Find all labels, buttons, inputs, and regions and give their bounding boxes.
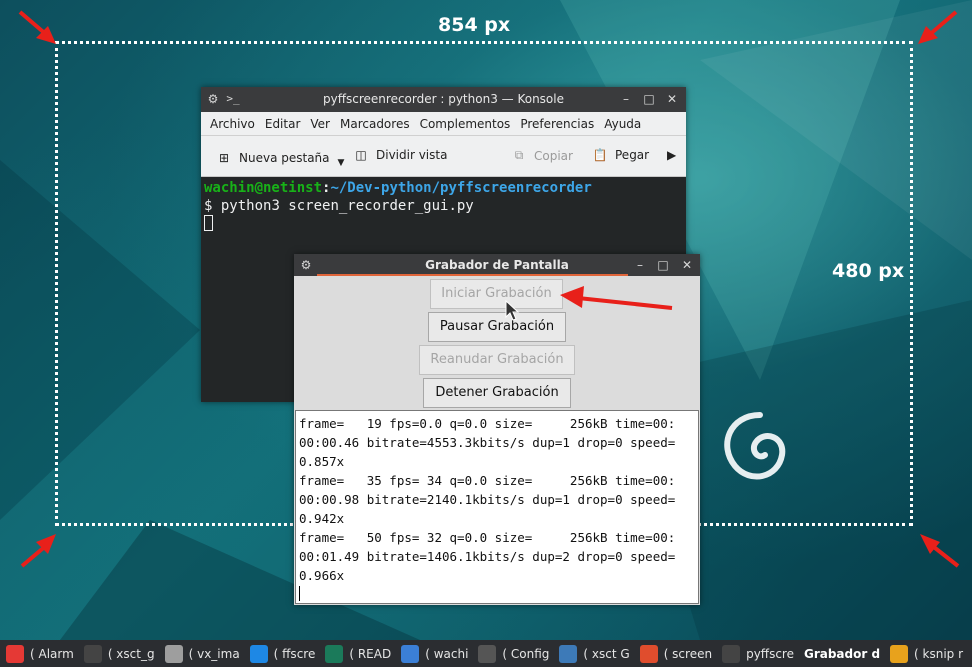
- log-line: frame= 19 fps=0.0 q=0.0 size= 256kB time…: [299, 416, 676, 431]
- log-line: frame= 50 fps= 32 q=0.0 size= 256kB time…: [299, 530, 676, 545]
- stop-recording-button[interactable]: Detener Grabación: [423, 378, 571, 408]
- new-tab-button[interactable]: ⊞ Nueva pestaña ▼: [215, 148, 344, 168]
- corner-arrow-top-left: [18, 10, 56, 44]
- width-label: 854 px: [438, 14, 511, 36]
- corner-arrow-bottom-left: [20, 534, 56, 568]
- log-line: 00:00.98 bitrate=2140.1kbits/s dup=1 dro…: [299, 492, 676, 507]
- menu-editar[interactable]: Editar: [260, 117, 306, 131]
- taskbar-item[interactable]: ( ffscre: [244, 640, 320, 667]
- taskbar-item[interactable]: ( xsct_g: [78, 640, 159, 667]
- copy-icon: ⧉: [514, 148, 524, 162]
- taskbar-item[interactable]: ( vx_ima: [159, 640, 244, 667]
- log-line: frame= 35 fps= 34 q=0.0 size= 256kB time…: [299, 473, 676, 488]
- taskbar-item-label: ( Config: [502, 646, 550, 661]
- taskbar-item-label: pyffscre: [746, 646, 794, 661]
- text-caret: [299, 586, 300, 601]
- resume-recording-button[interactable]: Reanudar Grabación: [419, 345, 575, 375]
- menu-preferencias[interactable]: Preferencias: [515, 117, 599, 131]
- menu-ver[interactable]: Ver: [305, 117, 335, 131]
- pause-recording-button[interactable]: Pausar Grabación: [428, 312, 566, 342]
- split-view-button[interactable]: ◫ Dividir vista: [352, 148, 447, 162]
- taskbar-item[interactable]: ( Alarm: [0, 640, 78, 667]
- taskbar: ( Alarm ( xsct_g ( vx_ima ( ffscre ( READ ( w…: [0, 640, 972, 667]
- terminal-line-prompt: wachin@netinst:~/Dev-python/pyffscreenre…: [204, 180, 592, 196]
- konsole-title: pyffscreenrecorder : python3 — Konsole: [323, 92, 564, 106]
- terminal-icon: [722, 644, 741, 663]
- taskbar-item-label: ( wachi: [425, 646, 469, 661]
- taskbar-item[interactable]: ( wachi: [395, 640, 472, 667]
- new-tab-icon: ⊞: [218, 151, 230, 165]
- mouse-pointer-icon: [505, 300, 519, 321]
- menu-ayuda[interactable]: Ayuda: [599, 117, 646, 131]
- log-line: 0.966x: [299, 568, 345, 583]
- taskbar-item[interactable]: ( screen: [634, 640, 716, 667]
- editor-icon: [325, 644, 344, 663]
- maximize-icon[interactable]: □: [641, 91, 657, 107]
- log-line: 0.857x: [299, 454, 345, 469]
- taskbar-item[interactable]: ( ksnip r: [884, 640, 967, 667]
- terminal-area[interactable]: wachin@netinst:~/Dev-python/pyffscreenre…: [201, 177, 686, 235]
- ksnip-icon: [890, 644, 909, 663]
- start-recording-button[interactable]: Iniciar Grabación: [430, 279, 563, 309]
- taskbar-item-label: ( screen: [663, 646, 713, 661]
- grabador-titlebar[interactable]: ⚙ Grabador de Pantalla – □ ✕: [294, 254, 700, 276]
- terminal-cursor: [204, 215, 213, 231]
- corner-arrow-top-right: [918, 10, 958, 44]
- menu-archivo[interactable]: Archivo: [205, 117, 260, 131]
- notes-icon: [164, 644, 183, 663]
- alarm-icon: [6, 644, 24, 663]
- taskbar-item[interactable]: ( xsct G: [553, 640, 633, 667]
- taskbar-item-label: ( xsct G: [583, 646, 630, 661]
- taskbar-item[interactable]: ( Config: [472, 640, 553, 667]
- paste-button[interactable]: 📋 Pegar: [591, 148, 650, 162]
- browser-icon: [249, 644, 268, 663]
- taskbar-item[interactable]: ( READ: [319, 640, 395, 667]
- chevron-down-icon[interactable]: ▼: [338, 158, 345, 168]
- height-label: 480 px: [832, 260, 905, 282]
- taskbar-item-label: ( vx_ima: [188, 646, 240, 661]
- split-view-icon: ◫: [355, 148, 367, 162]
- close-icon[interactable]: ✕: [664, 91, 680, 107]
- taskbar-item-label: ( READ: [349, 646, 392, 661]
- maximize-icon[interactable]: □: [655, 257, 671, 273]
- konsole-toolbar: ⊞ Nueva pestaña ▼ ◫ Dividir vista ⧉ Copi…: [201, 136, 686, 177]
- minimize-icon[interactable]: –: [632, 257, 648, 273]
- apps-icon: [639, 644, 658, 663]
- active-window-indicator: [317, 274, 628, 276]
- konsole-titlebar[interactable]: ⚙ >_ pyffscreenrecorder : python3 — Kons…: [201, 87, 686, 112]
- log-line: 00:01.49 bitrate=1406.1kbits/s dup=2 dro…: [299, 549, 676, 564]
- copy-button[interactable]: ⧉ Copiar: [510, 148, 573, 163]
- terminal-icon: [83, 644, 102, 663]
- menu-marcadores[interactable]: Marcadores: [335, 117, 415, 131]
- desktop-wallpaper: 854 px 480 px ⚙ >_ pyffscreenrecorder : …: [0, 0, 972, 640]
- terminal-cursor-line: [204, 215, 683, 233]
- log-caret-line: [299, 585, 695, 603]
- menu-complementos[interactable]: Complementos: [415, 117, 516, 131]
- minimize-icon[interactable]: –: [618, 91, 634, 107]
- corner-arrow-bottom-right: [920, 534, 960, 568]
- python-icon: [559, 644, 578, 663]
- settings-icon: [478, 644, 497, 663]
- toolbar-overflow-icon[interactable]: ▶: [667, 148, 676, 162]
- taskbar-item[interactable]: Grabador d: [798, 640, 884, 667]
- konsole-menubar: Archivo Editar Ver Marcadores Complement…: [201, 112, 686, 136]
- taskbar-item-label: ( ffscre: [273, 646, 316, 661]
- paste-icon: 📋: [592, 148, 608, 162]
- close-icon[interactable]: ✕: [679, 257, 695, 273]
- taskbar-item-label: Grabador d: [803, 646, 881, 661]
- taskbar-item-label: ( xsct_g: [107, 646, 155, 661]
- log-line: 0.942x: [299, 511, 345, 526]
- ffmpeg-log-output[interactable]: frame= 19 fps=0.0 q=0.0 size= 256kB time…: [295, 410, 699, 604]
- terminal-line-command: $ python3 screen_recorder_gui.py: [204, 198, 474, 214]
- taskbar-item-label: ( ksnip r: [914, 646, 964, 661]
- annotation-arrow-start-button: [560, 286, 673, 310]
- taskbar-item[interactable]: pyffscre: [716, 640, 798, 667]
- log-line: 00:00.46 bitrate=4553.3kbits/s dup=1 dro…: [299, 435, 676, 450]
- taskbar-item-label: ( Alarm: [30, 646, 74, 661]
- chromium-icon: [401, 644, 420, 663]
